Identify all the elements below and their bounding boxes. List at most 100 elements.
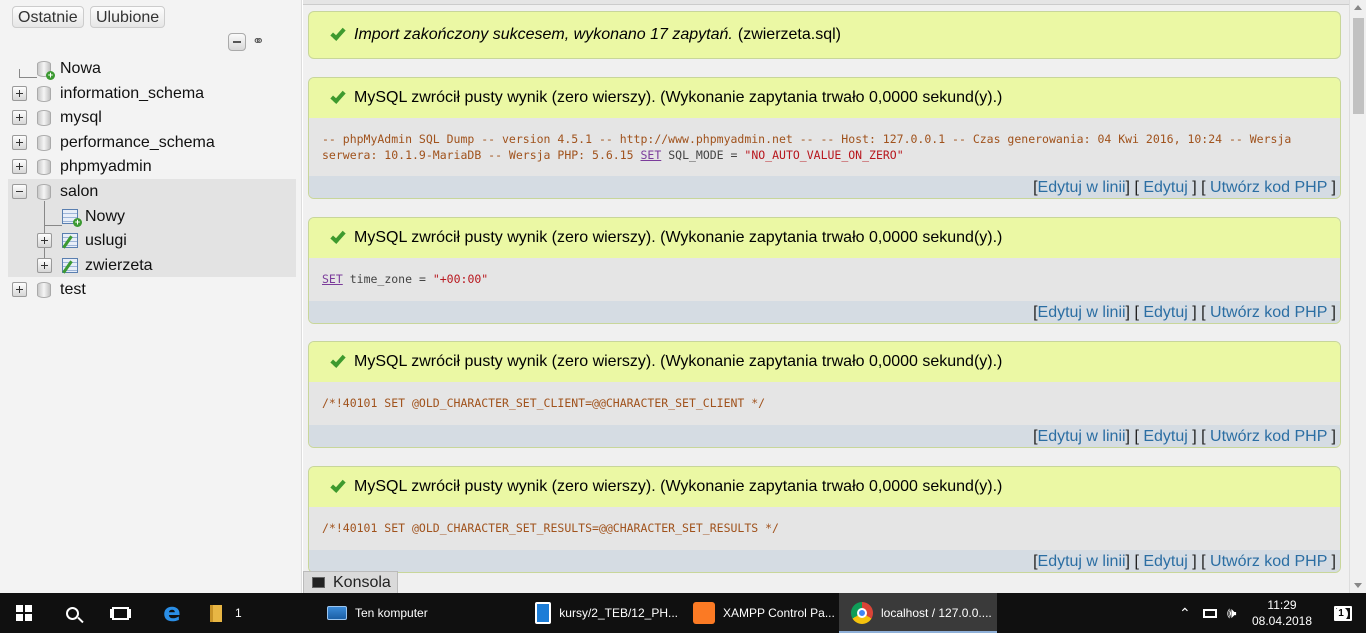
taskbar-app-folder[interactable]: kursy/2_TEB/12_PH... <box>523 593 678 633</box>
edit-link[interactable]: Edytuj <box>1143 304 1187 321</box>
tree-node-table[interactable]: zwierzeta <box>0 255 290 277</box>
create-php-link[interactable]: Utwórz kod PHP <box>1210 304 1327 321</box>
result-text: MySQL zwrócił pusty wynik (zero wierszy)… <box>354 478 1003 495</box>
search-icon <box>65 606 79 620</box>
result-message: MySQL zwrócił pusty wynik (zero wierszy)… <box>309 467 1340 507</box>
scroll-up-icon[interactable] <box>1354 5 1362 10</box>
volume-button[interactable]: 🕪 <box>1227 593 1236 633</box>
xampp-icon <box>693 602 715 624</box>
task-view-button[interactable] <box>96 593 144 633</box>
query-actions: [Edytuj w linii] [ Edytuj ] [ Utwórz kod… <box>309 301 1340 323</box>
query-actions: [Edytuj w linii] [ Edytuj ] [ Utwórz kod… <box>309 176 1340 198</box>
result-text: MySQL zwrócił pusty wynik (zero wierszy)… <box>354 229 1003 246</box>
vertical-scrollbar[interactable] <box>1349 0 1366 593</box>
folder-app-icon <box>535 602 552 624</box>
expand-icon[interactable] <box>12 159 27 174</box>
check-icon <box>330 24 346 41</box>
tree-node-db[interactable]: phpmyadmin <box>0 156 290 178</box>
tree-node-label[interactable]: salon <box>60 182 98 202</box>
tree-node-db[interactable]: performance_schema <box>0 132 290 154</box>
taskbar: e 1 Ten komputer kursy/2_TEB/12_PH... XA… <box>0 593 1366 633</box>
collapse-icon[interactable] <box>12 184 27 199</box>
explorer-window-count: 1 <box>235 606 242 620</box>
chevron-up-icon: ⌃ <box>1179 604 1191 621</box>
inline-edit-link[interactable]: Edytuj w linii <box>1038 428 1126 445</box>
clock[interactable]: 11:29 08.04.2018 <box>1248 593 1316 633</box>
console-label: Konsola <box>333 573 391 591</box>
link-icon[interactable]: ⚭ <box>252 34 270 49</box>
database-icon <box>37 282 51 298</box>
show-hidden-icons-button[interactable]: ⌃ <box>1179 593 1191 633</box>
sql-keyword[interactable]: SET <box>641 148 662 162</box>
search-button[interactable] <box>48 593 96 633</box>
edge-button[interactable]: e <box>148 593 196 633</box>
sql-text: SQL_MODE = <box>668 147 738 162</box>
scroll-down-icon[interactable] <box>1354 583 1362 588</box>
expand-icon[interactable] <box>12 135 27 150</box>
taskbar-app-label: localhost / 127.0.0.... <box>881 606 992 620</box>
network-button[interactable] <box>1203 593 1219 633</box>
tree-node-db[interactable]: mysql <box>0 107 290 129</box>
tree-node-new-db[interactable]: Nowa <box>0 58 290 80</box>
inline-edit-link[interactable]: Edytuj w linii <box>1038 553 1126 570</box>
start-button[interactable] <box>0 593 48 633</box>
console-icon <box>312 577 325 588</box>
sql-text: time_zone = <box>349 272 426 286</box>
tree-node-db[interactable]: test <box>0 279 290 301</box>
expand-icon[interactable] <box>12 86 27 101</box>
query-result-card: MySQL zwrócił pusty wynik (zero wierszy)… <box>308 217 1341 324</box>
tree-node-db-salon[interactable]: salon <box>0 181 290 203</box>
tree-node-label[interactable]: mysql <box>60 108 102 128</box>
console-toggle-button[interactable]: Konsola <box>303 571 398 593</box>
top-tabs-strip <box>303 0 1349 5</box>
tree-node-label[interactable]: performance_schema <box>60 133 215 153</box>
create-php-link[interactable]: Utwórz kod PHP <box>1210 428 1327 445</box>
sql-string: "NO_AUTO_VALUE_ON_ZERO" <box>744 147 904 162</box>
success-file: (zwierzeta.sql) <box>737 26 841 43</box>
tree-node-label[interactable]: uslugi <box>85 231 127 251</box>
speaker-icon: 🕪 <box>1227 604 1237 622</box>
taskbar-app-xampp[interactable]: XAMPP Control Pa... <box>681 593 838 633</box>
tab-favorites[interactable]: Ulubione <box>90 6 166 28</box>
tab-recent[interactable]: Ostatnie <box>12 6 84 28</box>
create-php-link[interactable]: Utwórz kod PHP <box>1210 179 1327 196</box>
tree-node-table[interactable]: uslugi <box>0 230 290 252</box>
create-php-link[interactable]: Utwórz kod PHP <box>1210 553 1327 570</box>
file-explorer-button[interactable]: 1 <box>200 593 260 633</box>
inline-edit-link[interactable]: Edytuj w linii <box>1038 304 1126 321</box>
database-icon <box>37 159 51 175</box>
tree-node-label[interactable]: test <box>60 280 86 300</box>
taskbar-app-this-pc[interactable]: Ten komputer <box>315 593 521 633</box>
inline-edit-link[interactable]: Edytuj w linii <box>1038 179 1126 196</box>
collapse-all-icon[interactable] <box>228 33 246 51</box>
edit-link[interactable]: Edytuj <box>1143 179 1187 196</box>
tree-node-label[interactable]: information_schema <box>60 84 204 104</box>
expand-icon[interactable] <box>12 110 27 125</box>
tree-node-label[interactable]: zwierzeta <box>85 256 153 276</box>
result-text: MySQL zwrócił pusty wynik (zero wierszy)… <box>354 89 1003 106</box>
edit-link[interactable]: Edytuj <box>1143 553 1187 570</box>
navigation-panel: Ostatnie Ulubione ⚭ Nowa information_sch… <box>0 0 302 593</box>
sql-keyword[interactable]: SET <box>322 272 343 286</box>
tree-node-label[interactable]: phpmyadmin <box>60 157 152 177</box>
scrollbar-thumb[interactable] <box>1353 18 1364 114</box>
query-result-card: MySQL zwrócił pusty wynik (zero wierszy)… <box>308 466 1341 573</box>
expand-icon[interactable] <box>12 282 27 297</box>
tree-node-db[interactable]: information_schema <box>0 83 290 105</box>
sql-string: "+00:00" <box>432 272 489 286</box>
query-actions: [Edytuj w linii] [ Edytuj ] [ Utwórz kod… <box>309 425 1340 447</box>
result-message: MySQL zwrócił pusty wynik (zero wierszy)… <box>309 78 1340 118</box>
sql-query: SET time_zone = "+00:00" <box>309 258 1340 301</box>
taskbar-app-chrome[interactable]: localhost / 127.0.0.... <box>839 593 997 633</box>
expand-icon[interactable] <box>37 233 52 248</box>
tree-node-new-table[interactable]: Nowy <box>0 206 290 228</box>
check-icon <box>330 476 346 493</box>
expand-icon[interactable] <box>37 258 52 273</box>
edit-link[interactable]: Edytuj <box>1143 428 1187 445</box>
notification-count-badge: 1 <box>1334 607 1348 621</box>
computer-icon <box>327 606 347 620</box>
task-view-icon <box>111 606 129 620</box>
taskbar-app-label: kursy/2_TEB/12_PH... <box>559 606 678 620</box>
query-result-card: MySQL zwrócił pusty wynik (zero wierszy)… <box>308 77 1341 199</box>
database-icon <box>37 110 51 126</box>
